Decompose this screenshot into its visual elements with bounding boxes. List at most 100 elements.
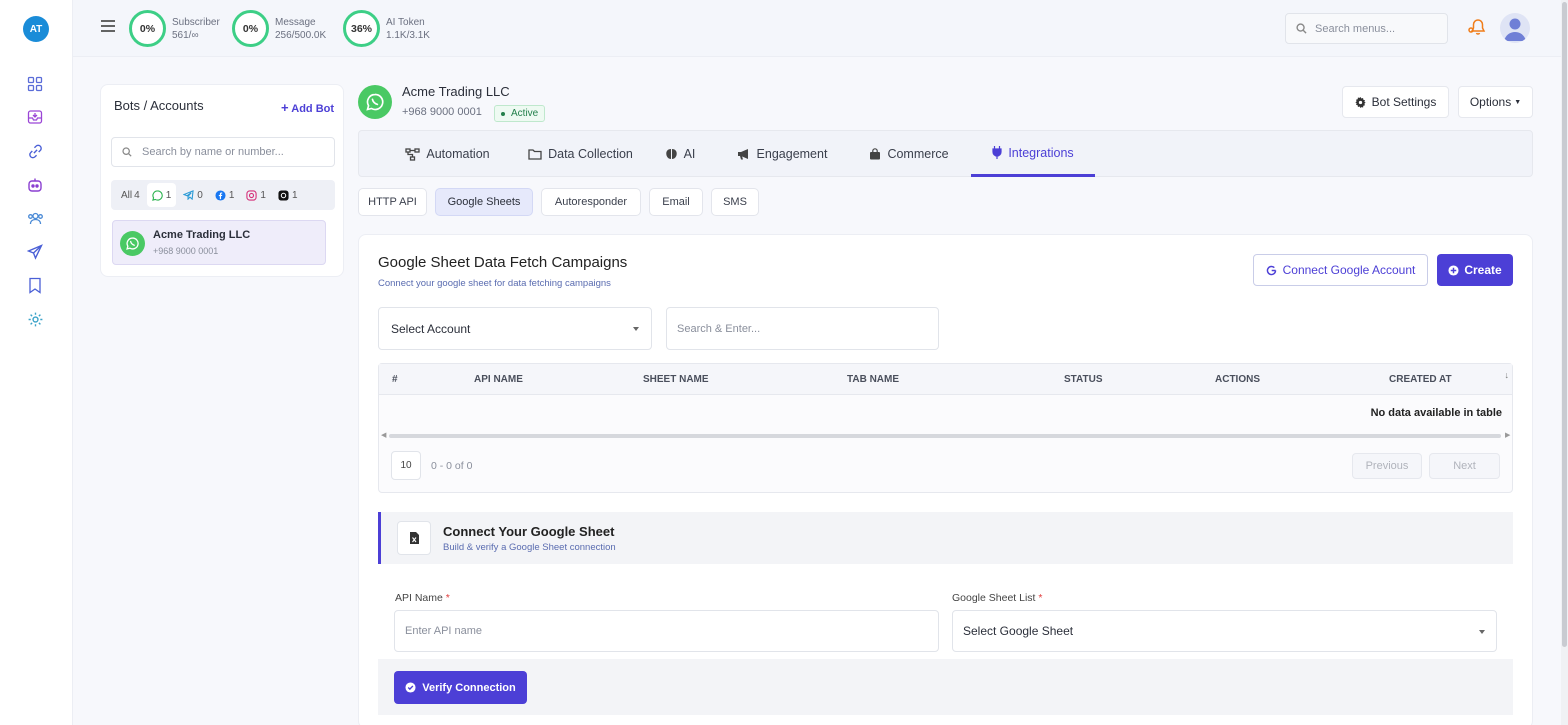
scroll-right-arrow-icon[interactable]: ▶ (1505, 431, 1510, 439)
gauge-value: 1.1K/3.1K (386, 29, 430, 41)
pagination-info: 0 - 0 of 0 (431, 460, 473, 472)
campaign-search-input[interactable]: Search & Enter... (666, 307, 939, 350)
select-account-dropdown[interactable]: Select Account (378, 307, 652, 350)
inbox-icon[interactable] (26, 108, 44, 126)
integration-link-icon[interactable] (26, 142, 44, 160)
channel-filter-bar: All 4 1 0 1 1 1 (111, 180, 335, 210)
create-button[interactable]: Create (1437, 254, 1513, 286)
gauge-label: AI Token (386, 16, 425, 28)
api-name-input[interactable]: Enter API name (394, 610, 939, 652)
verify-connection-button[interactable]: Verify Connection (394, 671, 527, 704)
column-header-tab-name[interactable]: TAB NAME (847, 374, 899, 385)
subscriber-gauge: 0% Subscriber 561/∞ (129, 10, 220, 47)
sort-descending-icon[interactable]: ↓ (1505, 370, 1510, 380)
options-dropdown-button[interactable]: Options ▼ (1458, 86, 1533, 118)
tab-data-collection[interactable]: Data Collection (514, 131, 647, 177)
bot-icon[interactable] (26, 176, 44, 194)
bot-settings-button[interactable]: Bot Settings (1342, 86, 1449, 118)
subtab-sms[interactable]: SMS (711, 188, 759, 216)
column-header-status[interactable]: STATUS (1064, 374, 1103, 385)
connect-section-footer (378, 659, 1513, 715)
previous-page-button[interactable]: Previous (1352, 453, 1422, 479)
filter-threads-count: 1 (291, 189, 298, 201)
excel-file-icon (397, 521, 431, 555)
filter-all-label: All (121, 189, 133, 201)
search-icon (122, 147, 132, 157)
connect-section-subtitle: Build & verify a Google Sheet connection (443, 542, 616, 553)
flow-icon (405, 147, 421, 161)
filter-instagram-count: 1 (260, 189, 266, 201)
whatsapp-icon (151, 189, 163, 201)
scroll-left-arrow-icon[interactable]: ◀ (381, 431, 386, 439)
connect-google-account-button[interactable]: Connect Google Account (1253, 254, 1428, 286)
hamburger-menu-icon[interactable] (101, 20, 115, 35)
contacts-icon[interactable] (26, 209, 44, 227)
filter-all-count: 4 (134, 189, 140, 201)
bookmark-icon[interactable] (26, 276, 44, 294)
bot-settings-label: Bot Settings (1371, 95, 1437, 109)
ai-token-gauge: 36% AI Token 1.1K/3.1K (343, 10, 430, 47)
table-horizontal-scrollbar[interactable] (389, 434, 1501, 438)
tab-integrations[interactable]: Integrations (971, 131, 1095, 177)
broadcast-send-icon[interactable] (26, 243, 44, 261)
app-logo[interactable]: AT (23, 16, 49, 42)
connect-section-title: Connect Your Google Sheet (443, 524, 615, 539)
column-header-actions[interactable]: ACTIONS (1215, 374, 1260, 385)
facebook-icon (215, 189, 226, 201)
plus-circle-icon (1448, 264, 1459, 276)
empty-table-message: No data available in table (1370, 407, 1502, 419)
column-header-index[interactable]: # (392, 374, 398, 385)
bot-search-input[interactable]: Search by name or number... (111, 137, 335, 167)
settings-gear-icon[interactable] (26, 310, 44, 328)
plus-icon: + (281, 100, 289, 115)
create-label: Create (1464, 263, 1502, 277)
tab-engagement[interactable]: Engagement (727, 131, 837, 177)
filter-instagram[interactable]: 1 (241, 183, 271, 207)
tab-label: Data Collection (548, 147, 633, 161)
subtab-email[interactable]: Email (649, 188, 703, 216)
whatsapp-icon (358, 85, 392, 119)
column-header-api-name[interactable]: API NAME (474, 374, 523, 385)
tab-ai[interactable]: AI (653, 131, 707, 177)
filter-all[interactable]: All 4 (116, 183, 145, 207)
menu-search-input[interactable]: Search menus... (1285, 13, 1448, 44)
google-sheet-list-label-text: Google Sheet List (952, 592, 1036, 604)
select-account-value: Select Account (391, 321, 471, 336)
brain-icon (665, 149, 677, 159)
tab-automation[interactable]: Automation (381, 131, 514, 177)
filter-facebook-count: 1 (228, 189, 235, 201)
notification-bell-icon[interactable] (1468, 18, 1488, 39)
filter-threads[interactable]: 1 (273, 183, 303, 207)
subtab-autoresponder[interactable]: Autoresponder (541, 188, 641, 216)
api-name-label: API Name * (395, 592, 450, 604)
next-page-button[interactable]: Next (1429, 453, 1500, 479)
tab-commerce[interactable]: Commerce (859, 131, 959, 177)
filter-telegram[interactable]: 0 (178, 183, 208, 207)
bot-list-item[interactable]: Acme Trading LLC +968 9000 0001 (112, 220, 326, 265)
subtab-http-api[interactable]: HTTP API (358, 188, 427, 216)
subtab-google-sheets[interactable]: Google Sheets (435, 188, 533, 216)
column-header-sheet-name[interactable]: SHEET NAME (643, 374, 709, 385)
bots-panel: Bots / Accounts + Add Bot Search by name… (100, 84, 344, 277)
check-circle-icon (405, 682, 416, 693)
add-bot-button[interactable]: + Add Bot (281, 100, 334, 115)
filter-facebook[interactable]: 1 (210, 183, 240, 207)
threads-icon (278, 189, 289, 201)
user-avatar[interactable] (1500, 13, 1530, 43)
card-title: Google Sheet Data Fetch Campaigns (378, 254, 628, 271)
scrollbar-thumb[interactable] (1562, 2, 1567, 647)
google-sheet-list-label: Google Sheet List * (952, 592, 1043, 604)
gauge-ring: 0% (129, 10, 166, 47)
bot-number: +968 9000 0001 (402, 106, 482, 118)
filter-whatsapp[interactable]: 1 (146, 183, 177, 207)
google-sheet-select[interactable]: Select Google Sheet (952, 610, 1497, 652)
column-header-created-at[interactable]: CREATED AT (1389, 374, 1452, 385)
tab-label: AI (683, 147, 696, 161)
verify-connection-label: Verify Connection (422, 681, 516, 694)
gauge-label: Message (275, 16, 316, 28)
caret-down-icon (633, 327, 639, 331)
google-sheet-select-value: Select Google Sheet (963, 624, 1074, 638)
page-size-select[interactable]: 10 (391, 451, 421, 480)
dashboard-icon[interactable] (26, 75, 44, 93)
page-scrollbar[interactable] (1561, 0, 1568, 725)
